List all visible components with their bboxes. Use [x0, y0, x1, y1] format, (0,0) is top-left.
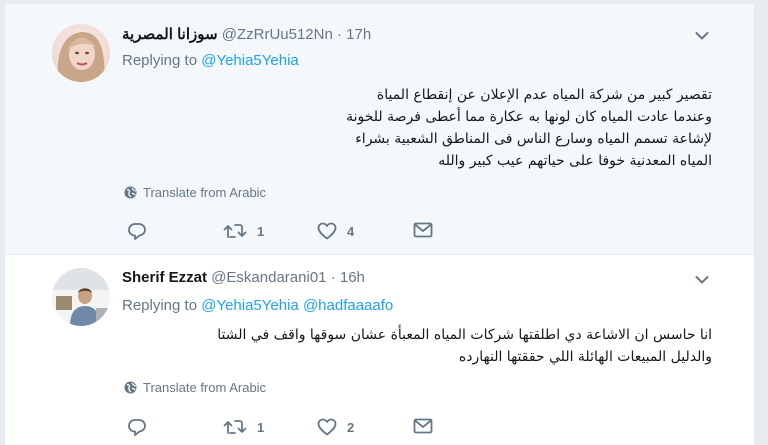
like-button[interactable]: 2	[317, 418, 354, 436]
like-count: 4	[347, 223, 355, 239]
tweet-text-line: والدليل المبيعات الهائلة اللي حققتها الن…	[458, 349, 712, 365]
globe-icon	[124, 186, 137, 199]
tweet-text-line: تقصير كبير من شركة المياه عدم الإعلان عن…	[376, 87, 712, 103]
tweet-actions: 1 4	[127, 222, 447, 244]
chevron-down-icon[interactable]	[695, 275, 709, 285]
mention-link[interactable]: @Yehia5Yehia	[201, 52, 299, 69]
mention-link[interactable]: @hadfaaaafo	[303, 297, 393, 314]
avatar[interactable]	[52, 24, 110, 82]
replying-to-label: Replying to	[122, 52, 198, 69]
reply-icon	[128, 419, 146, 436]
retweet-icon	[223, 224, 247, 238]
timestamp[interactable]: 17h	[346, 26, 371, 43]
heart-icon	[317, 222, 337, 240]
tweet-text: انا حاسس ان الاشاعة دي اطلقتها شركات الم…	[217, 324, 712, 368]
heart-icon	[317, 418, 337, 436]
retweet-button[interactable]: 1	[223, 418, 264, 436]
globe-icon	[124, 381, 137, 394]
envelope-icon	[413, 222, 433, 238]
like-button[interactable]: 4	[317, 222, 354, 240]
user-handle[interactable]: @ZzRrUu512Nn	[222, 26, 333, 43]
reply-button[interactable]	[127, 222, 157, 240]
retweet-icon	[223, 420, 247, 434]
avatar[interactable]	[52, 268, 110, 326]
tweet[interactable]: Sherif Ezzat @Eskandarani01 · 16h Replyi…	[5, 260, 754, 445]
separator: ·	[330, 269, 336, 286]
direct-message-button[interactable]	[413, 222, 433, 238]
reply-icon	[128, 223, 146, 240]
chevron-down-icon[interactable]	[695, 31, 709, 41]
replying-to: Replying to @Yehia5Yehia	[122, 52, 299, 69]
envelope-icon	[413, 418, 433, 434]
display-name[interactable]: Sherif Ezzat	[122, 269, 207, 286]
replying-to-label: Replying to	[122, 297, 198, 314]
retweet-count: 1	[257, 223, 265, 239]
tweet-text-line: لإشاعة تسمم المياه وسارع الناس فى المناط…	[355, 131, 712, 147]
translate-link[interactable]: Translate from Arabic	[124, 185, 266, 200]
translate-link[interactable]: Translate from Arabic	[124, 380, 266, 395]
translate-label: Translate from Arabic	[143, 185, 267, 200]
separator: ·	[337, 26, 342, 43]
conversation-timeline: سوزانا المصرية @ZzRrUu512Nn · 17h Replyi…	[4, 4, 755, 445]
replying-to: Replying to @Yehia5Yehia @hadfaaaafo	[122, 297, 393, 314]
tweet-text: تقصير كبير من شركة المياه عدم الإعلان عن…	[346, 84, 712, 172]
tweet-actions: 1 2	[127, 418, 447, 440]
timestamp[interactable]: 16h	[340, 269, 365, 286]
mention-link[interactable]: @Yehia5Yehia	[201, 297, 299, 314]
tweet-header: سوزانا المصرية @ZzRrUu512Nn · 17h	[122, 25, 371, 43]
like-count: 2	[347, 419, 355, 435]
reply-button[interactable]	[127, 418, 157, 436]
tweet[interactable]: سوزانا المصرية @ZzRrUu512Nn · 17h Replyi…	[5, 4, 754, 255]
tweet-header: Sherif Ezzat @Eskandarani01 · 16h	[122, 269, 365, 286]
tweet-text-line: المياه المعدنية خوفا على حياتهم عيب كبير…	[438, 153, 712, 169]
retweet-button[interactable]: 1	[223, 222, 264, 240]
display-name[interactable]: سوزانا المصرية	[122, 26, 218, 43]
translate-label: Translate from Arabic	[143, 380, 267, 395]
tweet-text-line: وعندما عادت المياه كان لونها به عكارة مم…	[346, 109, 712, 125]
direct-message-button[interactable]	[413, 418, 433, 434]
user-handle[interactable]: @Eskandarani01	[211, 269, 326, 286]
retweet-count: 1	[257, 419, 265, 435]
tweet-text-line: انا حاسس ان الاشاعة دي اطلقتها شركات الم…	[217, 327, 712, 343]
